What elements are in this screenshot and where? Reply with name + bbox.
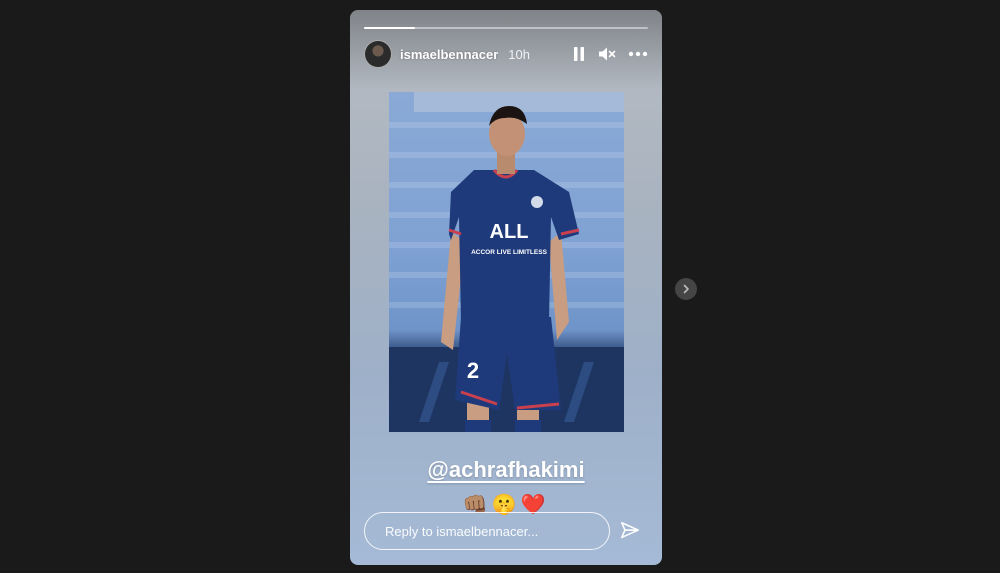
story-progress-bar [364,27,648,29]
story-progress-fill [364,27,416,29]
story-photo: ALL ACCOR LIVE LIMITLESS 2 [389,92,624,432]
pause-button[interactable] [572,46,586,62]
send-button[interactable] [618,519,642,543]
chevron-right-icon [683,284,689,294]
pause-icon [574,47,584,61]
mute-button[interactable] [598,46,616,62]
username[interactable]: ismaelbennacer [400,47,498,62]
avatar[interactable] [364,40,392,68]
player-photo: ALL ACCOR LIVE LIMITLESS 2 [389,92,624,432]
story-controls [572,46,648,62]
mention-sticker[interactable]: @achrafhakimi [350,457,662,483]
story-viewer: ismaelbennacer 10h ALL ACCOR LIVE LIMITL… [350,10,662,565]
more-options-button[interactable] [628,51,648,57]
reply-input[interactable] [383,522,609,540]
jersey-number: 2 [467,358,479,383]
mute-icon [599,47,616,61]
story-header: ismaelbennacer 10h [364,40,648,68]
send-icon [620,521,640,539]
sponsor-text: ACCOR LIVE LIMITLESS [471,249,548,256]
reply-box[interactable] [364,512,610,550]
next-story-button[interactable] [675,278,697,300]
more-icon [628,51,648,57]
sponsor-logo: ALL [490,221,529,243]
timestamp: 10h [508,46,530,62]
